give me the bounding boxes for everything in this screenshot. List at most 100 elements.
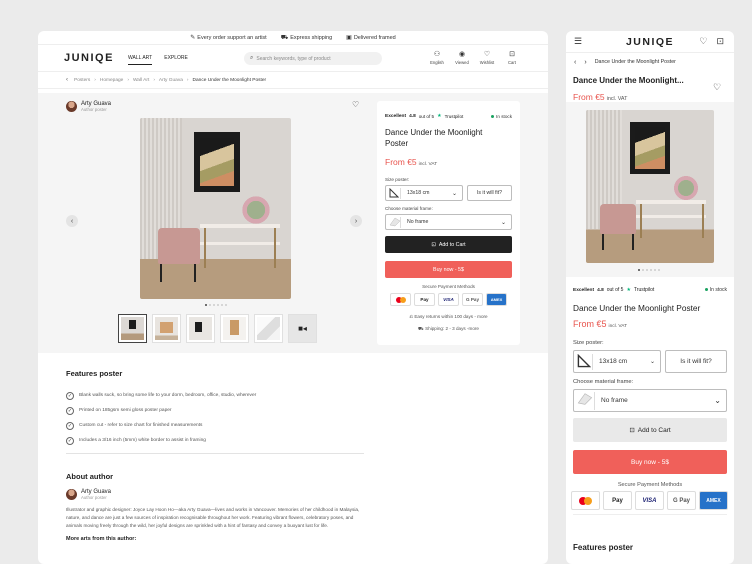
apple-pay-icon: Pay [603, 491, 632, 510]
thumbnail[interactable] [254, 314, 283, 343]
main-nav: JUNIQE WALL ART EXPLORE ⌕ Search keyword… [38, 45, 548, 72]
gallery-dot[interactable] [213, 304, 215, 306]
star-icon: ★ [437, 113, 442, 119]
gallery-dot[interactable] [225, 304, 227, 306]
crumb-posters[interactable]: Posters [74, 78, 90, 83]
stock-dot-icon [704, 288, 708, 291]
wishlist-heart-icon[interactable]: ♡ [352, 100, 359, 109]
features-title: Features poster [66, 369, 123, 378]
stock-dot-icon [491, 114, 495, 118]
forward-chevron-icon[interactable]: › [584, 59, 586, 66]
about-title: About author [66, 472, 114, 481]
frame-select[interactable]: No frame ⌄ [385, 214, 512, 230]
trust-excellent: Excellent [573, 287, 595, 293]
check-icon: ✓ [66, 406, 74, 415]
promo-shipping: ⛟ Express shipping [281, 34, 332, 42]
mobile-price-value: From €5 [573, 92, 605, 102]
check-icon: ✓ [66, 391, 74, 400]
feature-item: ✓ Custom cut - refer to size chart for fi… [66, 418, 366, 433]
size-select[interactable]: 13x18 cm ⌄ [385, 185, 463, 201]
nav-wall-art[interactable]: WALL ART [127, 52, 153, 65]
feature-item: ✓ Blank walls suck, so bring some life to… [66, 388, 366, 403]
gallery-dots [205, 304, 227, 306]
product-title: Dance Under the Moonlight Poster [385, 128, 483, 148]
author-bio: Illustrator and graphic designer: Joyce … [66, 507, 360, 528]
trust-brand: Trustpilot [444, 113, 464, 119]
about-author-role: Author poster [81, 495, 107, 500]
section-divider [66, 453, 364, 454]
trustpilot-rating: Excellent 4.8 out of 5 ★ Trustpilot In s… [385, 113, 512, 119]
gallery-dot[interactable] [638, 269, 640, 271]
back-chevron-icon[interactable]: ‹ [66, 77, 68, 83]
crumb-author[interactable]: Arty Guava [159, 78, 183, 83]
gallery-next-button[interactable]: › [350, 215, 362, 227]
crumb-homepage[interactable]: Homepage [100, 78, 123, 83]
crumb-sep: › [153, 77, 155, 83]
mobile-wishlist-heart-icon[interactable]: ♡ [710, 80, 724, 94]
nav-cart[interactable]: ⊡ Cart [504, 50, 520, 65]
thumbnail[interactable] [220, 314, 249, 343]
gallery-prev-button[interactable]: ‹ [66, 215, 78, 227]
cart-icon: ⊡ [629, 427, 635, 434]
mobile-divider [573, 514, 727, 515]
price-note: incl. VAT [418, 162, 438, 167]
thumbnail[interactable] [152, 314, 181, 343]
chevron-down-icon: ⌄ [451, 190, 457, 197]
nav-english[interactable]: ⚇ English [429, 50, 445, 65]
crumb-wall-art[interactable]: Wall Art [133, 78, 149, 83]
search-input[interactable]: ⌕ Search keywords, type of product [244, 52, 382, 65]
promo-framed: ▣ Delivered framed [346, 34, 396, 41]
add-to-cart-button[interactable]: ⊡ Add to Cart [385, 236, 512, 253]
buy-now-button[interactable]: Buy now - 5$ [385, 261, 512, 278]
stock-label: In stock [709, 287, 727, 293]
mobile-buy-now-button[interactable]: Buy now - 5$ [573, 450, 727, 474]
mobile-gallery-dots [638, 269, 660, 271]
mobile-price: From €5 incl. VAT [573, 92, 627, 102]
video-camera-icon: ■◂ [298, 324, 307, 333]
nav-wishlist[interactable]: ♡ Wishlist [479, 50, 495, 65]
gallery-dot[interactable] [221, 304, 223, 306]
returns-info[interactable]: ⎌ Easy returns within 100 days - more [377, 314, 520, 319]
thumbnail[interactable] [118, 314, 147, 343]
back-chevron-icon[interactable]: ‹ [574, 59, 576, 66]
feature-text: Includes a 3/16 inch (5mm) white border … [79, 438, 206, 443]
mastercard-icon [390, 293, 411, 306]
bag-icon[interactable]: ⊡ [716, 36, 724, 47]
about-author[interactable]: Arty Guava Author poster [66, 489, 366, 500]
logo[interactable]: JUNIQE [64, 52, 114, 64]
gallery-dot[interactable] [209, 304, 211, 306]
size-help-button[interactable]: Is it will fit? [467, 185, 512, 201]
mobile-nav-icons: ♡ ⊡ [699, 36, 724, 47]
gallery-dot[interactable] [646, 269, 648, 271]
visa-icon: VISA [438, 293, 459, 306]
gallery-dot[interactable] [658, 269, 660, 271]
ruler-icon [389, 187, 401, 199]
mobile-add-to-cart-button[interactable]: ⊡ Add to Cart [573, 418, 727, 442]
shipping-info[interactable]: ⛟ Shipping: 2 - 3 days -more [377, 326, 520, 333]
size-value: 13x18 cm [407, 190, 430, 196]
thumbnail[interactable] [186, 314, 215, 343]
mobile-frame-select[interactable]: No frame ⌄ [573, 389, 727, 412]
gallery-dot[interactable] [205, 304, 207, 306]
stock-status: In stock [491, 114, 512, 119]
mobile-breadcrumb: ‹ › Dance Under the Moonlight Poster [566, 55, 734, 69]
video-thumbnail[interactable]: ■◂ [288, 314, 317, 343]
mastercard-icon [571, 491, 600, 510]
gallery-dot[interactable] [642, 269, 644, 271]
mobile-size-help-button[interactable]: Is it will fit? [665, 350, 727, 373]
product-main-image [140, 118, 291, 299]
nav-explore[interactable]: EXPLORE [164, 52, 188, 64]
mobile-size-select[interactable]: 13x18 cm ⌄ [573, 350, 661, 373]
heart-icon[interactable]: ♡ [699, 36, 707, 47]
user-icon: ⚇ [433, 51, 441, 58]
gallery-dot[interactable] [654, 269, 656, 271]
add-to-cart-label: Add to Cart [637, 426, 671, 434]
gallery-dot[interactable] [650, 269, 652, 271]
nav-viewed[interactable]: ◉ Viewed [454, 50, 470, 65]
crumb-current: Dance Under the Moonlight Poster [192, 77, 267, 83]
author-block[interactable]: Arty Guava Author poster [66, 101, 111, 112]
nav-wishlist-label: Wishlist [479, 60, 495, 65]
feature-text: Blank walls suck, so bring some life to … [79, 393, 257, 398]
price-value: From €5 [385, 157, 417, 167]
gallery-dot[interactable] [217, 304, 219, 306]
